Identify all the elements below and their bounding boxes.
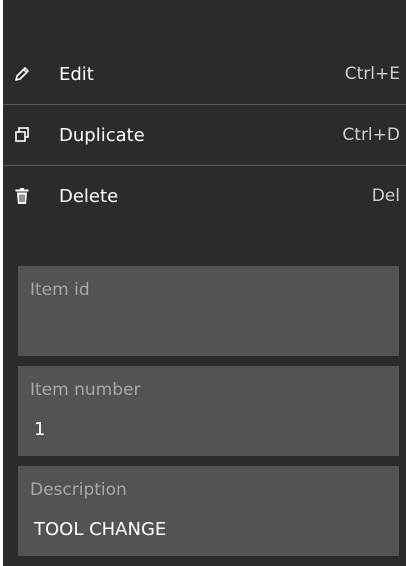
duplicate-shortcut: Ctrl+D — [342, 125, 400, 145]
pencil-icon — [11, 63, 33, 85]
item-id-field[interactable]: Item id — [18, 266, 399, 356]
edit-menu-item[interactable]: Edit Ctrl+E — [3, 44, 406, 104]
description-label: Description — [30, 480, 127, 500]
context-menu: Edit Ctrl+E Duplicate Ctrl+D Delete Del — [3, 44, 406, 226]
delete-shortcut: Del — [371, 186, 400, 206]
item-number-value: 1 — [34, 419, 46, 440]
duplicate-icon — [11, 124, 33, 146]
item-id-label: Item id — [30, 280, 90, 300]
item-number-field[interactable]: Item number 1 — [18, 366, 399, 456]
item-number-label: Item number — [30, 380, 141, 400]
trash-icon — [11, 185, 33, 207]
duplicate-menu-item[interactable]: Duplicate Ctrl+D — [3, 105, 406, 165]
description-field[interactable]: Description TOOL CHANGE — [18, 466, 399, 556]
delete-label: Delete — [59, 185, 119, 207]
delete-menu-item[interactable]: Delete Del — [3, 166, 406, 226]
edit-label: Edit — [59, 63, 94, 85]
description-value: TOOL CHANGE — [34, 519, 167, 540]
edit-shortcut: Ctrl+E — [344, 64, 400, 84]
context-panel: Edit Ctrl+E Duplicate Ctrl+D Delete Del … — [3, 0, 406, 566]
duplicate-label: Duplicate — [59, 124, 145, 146]
